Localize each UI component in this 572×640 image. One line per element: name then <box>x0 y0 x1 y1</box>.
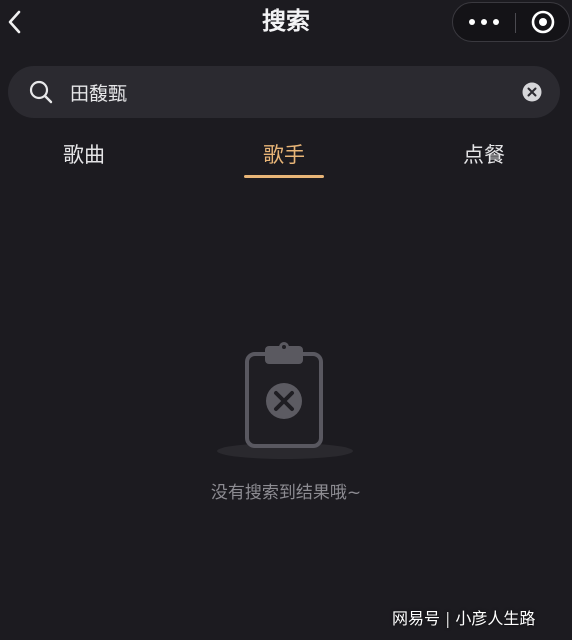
mini-program-capsule <box>452 2 570 42</box>
search-input[interactable] <box>70 76 510 108</box>
clear-circle-icon[interactable] <box>522 82 542 102</box>
watermark-author: 小彦人生路 <box>455 609 536 628</box>
more-dots-icon <box>466 19 502 25</box>
target-circle-icon <box>531 10 554 34</box>
navigation-bar: 搜索 <box>0 0 572 48</box>
more-button[interactable] <box>453 3 515 41</box>
watermark-brand: 网易号 <box>392 609 441 628</box>
watermark: 网易号 | 小彦人生路 <box>392 605 568 633</box>
active-tab-indicator <box>244 175 324 178</box>
tab-singers[interactable]: 歌手 <box>254 138 314 176</box>
clipboard-x-icon <box>217 342 353 459</box>
search-icon <box>29 80 53 104</box>
watermark-separator: | <box>445 609 451 628</box>
close-button[interactable] <box>516 3 569 41</box>
tab-songs[interactable]: 歌曲 <box>54 138 114 176</box>
search-bar <box>8 66 560 118</box>
tab-order-food[interactable]: 点餐 <box>454 138 514 176</box>
empty-state-message: 没有搜索到结果哦~ <box>210 483 362 503</box>
